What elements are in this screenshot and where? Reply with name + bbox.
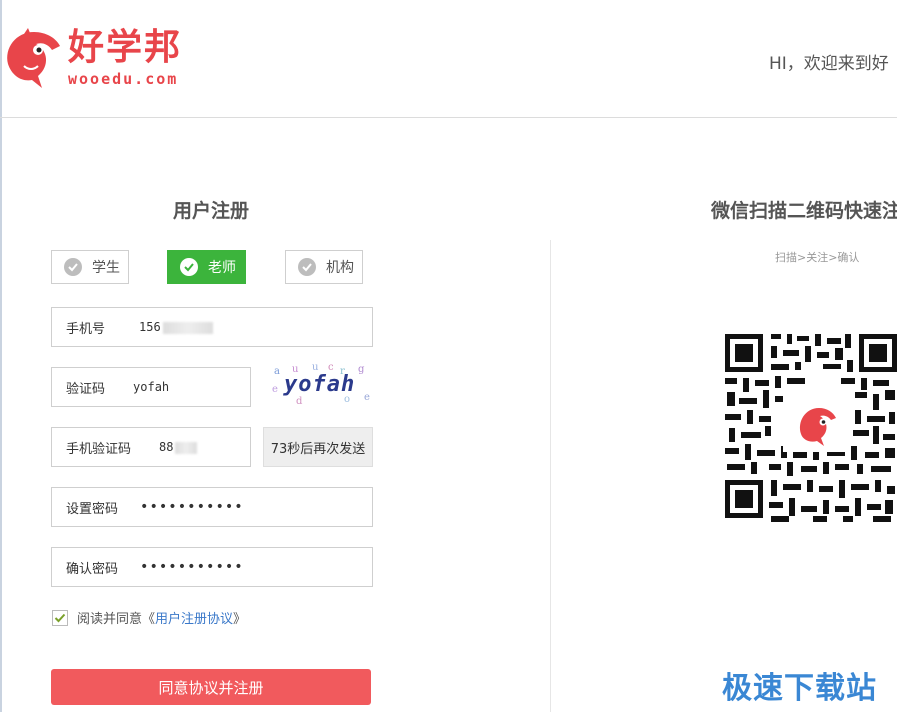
wechat-qr-code — [723, 330, 897, 524]
check-circle-icon — [180, 258, 198, 276]
redacted-mask — [175, 441, 198, 454]
checkmark-icon — [54, 613, 66, 622]
agreement-open-quote: 《 — [142, 612, 156, 627]
phone-field[interactable]: 手机号 156 — [51, 307, 373, 347]
check-circle-icon — [64, 258, 82, 276]
captcha-input[interactable]: yofah — [133, 380, 169, 394]
agreement-row: 阅读并同意 《用户注册协议》 — [52, 608, 246, 627]
role-label: 机构 — [326, 260, 354, 276]
resend-code-button[interactable]: 73秒后再次发送 — [263, 427, 373, 467]
agreement-checkbox[interactable] — [52, 609, 68, 626]
password-label: 设置密码 — [66, 501, 119, 517]
captcha-image[interactable]: a u u c r g e d o e yofah — [270, 362, 374, 410]
sms-code-label: 手机验证码 — [66, 441, 132, 457]
confirm-password-input[interactable]: ••••••••••• — [140, 559, 244, 575]
confirm-password-label: 确认密码 — [66, 561, 119, 577]
agreement-close-quote: 》 — [233, 612, 247, 627]
confirm-password-field[interactable]: 确认密码 ••••••••••• — [51, 547, 373, 587]
password-field[interactable]: 设置密码 ••••••••••• — [51, 487, 373, 527]
panel-divider — [550, 240, 551, 712]
captcha-label: 验证码 — [66, 381, 106, 397]
phone-input[interactable]: 156 — [139, 320, 213, 334]
phone-label: 手机号 — [66, 321, 106, 337]
agreement-prefix: 阅读并同意 — [77, 612, 143, 627]
qr-steps: 扫描>关注>确认 — [775, 251, 860, 264]
captcha-field[interactable]: 验证码 yofah — [51, 367, 251, 407]
watermark-text: 极速下载站 — [722, 671, 877, 706]
site-logo[interactable]: 好学邦 wooedu.com — [2, 26, 212, 92]
sms-code-value: 88 — [159, 440, 174, 454]
brand-domain: wooedu.com — [68, 70, 179, 88]
register-title: 用户注册 — [172, 200, 249, 222]
qr-title: 微信扫描二维码快速注 — [711, 200, 897, 222]
brand-name: 好学邦 — [68, 27, 183, 68]
role-organization-button[interactable]: 机构 — [285, 250, 363, 284]
sms-code-field[interactable]: 手机验证码 88 — [51, 427, 251, 467]
redacted-mask — [162, 321, 213, 334]
password-input[interactable]: ••••••••••• — [140, 499, 244, 515]
role-student-button[interactable]: 学生 — [51, 250, 129, 284]
role-label: 学生 — [92, 260, 120, 276]
role-teacher-button[interactable]: 老师 — [167, 250, 246, 284]
role-label: 老师 — [208, 260, 236, 276]
register-submit-button[interactable]: 同意协议并注册 — [51, 669, 371, 705]
check-circle-icon — [298, 258, 316, 276]
phone-value: 156 — [139, 320, 161, 334]
sms-code-input[interactable]: 88 — [159, 440, 198, 454]
user-agreement-link[interactable]: 用户注册协议 — [155, 608, 233, 627]
site-header: 好学邦 wooedu.com HI，欢迎来到好 — [0, 0, 897, 118]
captcha-text: yofah — [284, 372, 356, 397]
welcome-text: HI，欢迎来到好 — [769, 54, 889, 74]
dolphin-logo-icon — [7, 28, 61, 88]
